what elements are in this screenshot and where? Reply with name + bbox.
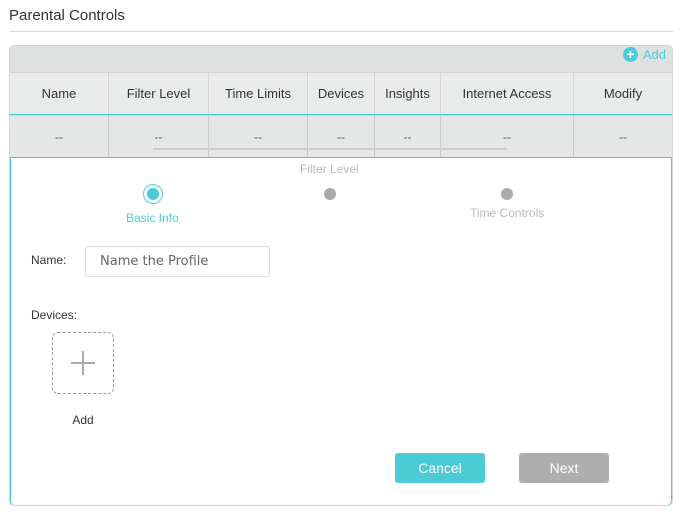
table-header-row: Name Filter Level Time Limits Devices In… (10, 72, 672, 114)
add-profile-button[interactable]: + Add (622, 47, 666, 62)
cell-time-limits: -- (209, 115, 308, 157)
step-filter-level-label: Filter Level (300, 162, 359, 176)
step-basic-info-dot (147, 188, 159, 200)
name-label: Name: (31, 253, 67, 267)
next-button[interactable]: Next (519, 453, 609, 483)
profile-name-input[interactable] (85, 246, 270, 277)
column-header-name: Name (10, 72, 109, 114)
devices-label: Devices: (31, 308, 78, 322)
add-device-button[interactable] (52, 332, 114, 394)
page-title: Parental Controls (9, 7, 125, 24)
add-profile-label: Add (642, 47, 666, 62)
table-toolbar: + Add (10, 46, 672, 72)
column-header-time-limits: Time Limits (209, 72, 308, 114)
cell-devices: -- (308, 115, 375, 157)
step-time-controls-label: Time Controls (470, 206, 545, 220)
stepper-track (153, 148, 507, 150)
profiles-table: Name Filter Level Time Limits Devices In… (10, 72, 672, 158)
step-time-controls-dot (501, 188, 513, 200)
step-basic-info-label: Basic Info (126, 211, 179, 225)
column-header-internet-access: Internet Access (441, 72, 574, 114)
table-row[interactable]: -- -- -- -- -- -- -- (10, 114, 672, 158)
cell-modify: -- (574, 115, 672, 157)
step-filter-level-dot (324, 188, 336, 200)
column-header-devices: Devices (308, 72, 375, 114)
cancel-button[interactable]: Cancel (395, 453, 485, 483)
cell-name: -- (10, 115, 109, 157)
plus-icon (71, 351, 95, 375)
cell-insights: -- (375, 115, 441, 157)
cell-internet-access: -- (441, 115, 574, 157)
plus-circle-icon: + (622, 47, 638, 62)
column-header-filter-level: Filter Level (109, 72, 209, 114)
column-header-insights: Insights (375, 72, 441, 114)
column-header-modify: Modify (574, 72, 672, 114)
cell-filter-level: -- (109, 115, 209, 157)
title-divider (9, 31, 673, 32)
add-device-label: Add (72, 413, 94, 427)
